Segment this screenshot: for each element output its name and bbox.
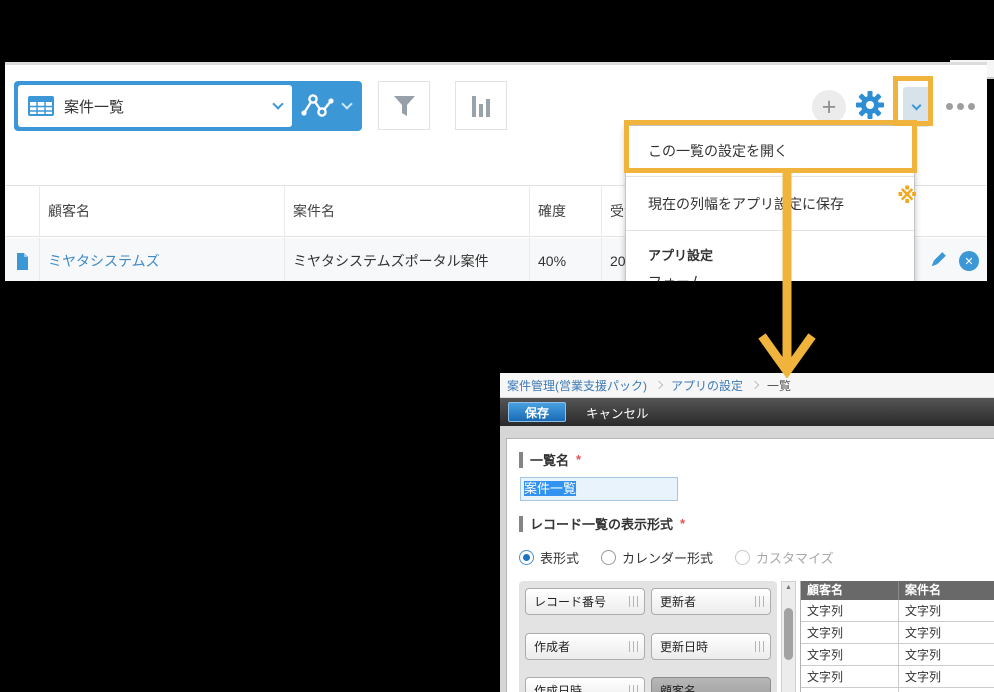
display-format-options: 表形式 カレンダー形式 カスタマイズ <box>519 548 994 567</box>
list-name-input[interactable]: 案件一覧 <box>520 477 678 501</box>
radio-selected-icon <box>519 550 534 565</box>
breadcrumb-current: 一覧 <box>767 377 791 394</box>
view-select-box[interactable]: 案件一覧 <box>18 85 292 127</box>
radio-label: カレンダー形式 <box>622 548 713 567</box>
drag-handle-icon[interactable] <box>629 641 638 652</box>
settings-action-bar: 保存 キャンセル <box>500 398 994 426</box>
scrollbar-thumb[interactable] <box>784 608 793 660</box>
drag-handle-icon[interactable] <box>629 685 638 692</box>
chevron-down-icon <box>341 98 352 109</box>
preview-row: 文字列文字列 <box>801 644 994 666</box>
view-selector-value: 案件一覧 <box>64 96 274 117</box>
filter-button[interactable] <box>378 81 430 130</box>
list-name-label: 一覧名 <box>530 450 569 469</box>
triangle-up-icon[interactable]: ▲ <box>782 584 795 591</box>
radio-customize: カスタマイズ <box>735 548 834 567</box>
column-header-case[interactable]: 案件名 <box>285 186 530 236</box>
breadcrumb-app-link[interactable]: 案件管理(営業支援パック) <box>507 377 647 394</box>
list-name-label-row: 一覧名 * <box>519 450 994 469</box>
field-chip-created-at[interactable]: 作成日時 <box>525 677 645 692</box>
preview-row: 文字列文字列 <box>801 688 994 692</box>
preview-row: 文字列文字列 <box>801 622 994 644</box>
field-chip-updated-by[interactable]: 更新者 <box>651 588 771 615</box>
list-name-value: 案件一覧 <box>524 481 576 496</box>
preview-header-row: 顧客名 案件名 <box>801 581 994 600</box>
settings-form-card: 一覧名 * 案件一覧 レコード一覧の表示形式 * 表形式 カレンダー形式 カスタ… <box>506 438 994 692</box>
add-record-button[interactable]: + <box>812 90 846 124</box>
radio-unselected-icon <box>601 550 616 565</box>
radio-calendar-format[interactable]: カレンダー形式 <box>601 548 713 567</box>
column-header-customer[interactable]: 顧客名 <box>40 186 285 236</box>
preview-header-customer: 顧客名 <box>801 581 899 600</box>
cell-case-name: ミヤタシステムズポータル案件 <box>285 238 530 281</box>
preview-row: 文字列文字列 <box>801 666 994 688</box>
settings-gear-button[interactable] <box>853 88 887 122</box>
display-format-label: レコード一覧の表示形式 <box>530 514 673 533</box>
radio-label: カスタマイズ <box>756 548 834 567</box>
available-fields-list: レコード番号 更新者 作成者 更新日時 作成日時 顧客名 部署名 担当者名 案件… <box>519 581 777 692</box>
plus-icon: + <box>822 95 837 120</box>
breadcrumb-app-settings-link[interactable]: アプリの設定 <box>671 377 743 394</box>
column-header-probability[interactable]: 確度 <box>530 186 602 236</box>
radio-disabled-icon <box>735 550 750 565</box>
field-chip-updated-at[interactable]: 更新日時 <box>651 633 771 660</box>
cancel-button[interactable]: キャンセル <box>586 403 649 422</box>
edit-pencil-icon[interactable] <box>927 251 947 271</box>
annotation-note-mark: ※ <box>897 184 917 209</box>
required-mark: * <box>576 452 581 467</box>
radio-label: 表形式 <box>540 548 579 567</box>
required-mark: * <box>680 516 685 531</box>
analytics-button[interactable] <box>292 93 358 119</box>
bar-chart-icon <box>472 95 490 117</box>
document-icon[interactable] <box>16 253 29 270</box>
preview-row: 文字列文字列 <box>801 600 994 622</box>
list-settings-panel: 案件管理(営業支援パック) アプリの設定 一覧 保存 キャンセル 一覧名 * 案… <box>500 373 994 692</box>
radio-table-format[interactable]: 表形式 <box>519 548 579 567</box>
annotation-highlight-toggle <box>893 76 933 126</box>
header-icon-column <box>5 186 40 236</box>
graph-button[interactable] <box>455 81 507 130</box>
annotation-arrow-down <box>755 172 821 378</box>
breadcrumb: 案件管理(営業支援パック) アプリの設定 一覧 <box>500 373 994 398</box>
ellipsis-icon <box>946 103 953 110</box>
line-chart-icon <box>299 93 335 119</box>
funnel-icon <box>393 95 416 117</box>
list-preview-table: 顧客名 案件名 文字列文字列 文字列文字列 文字列文字列 文字列文字列 文字列文… <box>800 581 994 692</box>
field-chip-customer-used: 顧客名 <box>651 677 771 692</box>
field-chip-created-by[interactable]: 作成者 <box>525 633 645 660</box>
display-format-label-row: レコード一覧の表示形式 * <box>519 514 994 533</box>
table-grid-icon <box>28 96 54 116</box>
drag-handle-icon[interactable] <box>755 641 764 652</box>
preview-header-case: 案件名 <box>899 581 994 600</box>
chevron-right-icon <box>655 381 663 389</box>
more-options-button[interactable] <box>946 103 975 110</box>
drag-handle-icon[interactable] <box>755 596 764 607</box>
cell-probability: 40% <box>530 238 602 281</box>
field-layout-area: レコード番号 更新者 作成者 更新日時 作成日時 顧客名 部署名 担当者名 案件… <box>519 581 994 692</box>
chevron-down-icon <box>272 98 283 109</box>
label-bar <box>519 452 523 468</box>
drag-handle-icon[interactable] <box>629 596 638 607</box>
field-list-scrollbar[interactable]: ▲ <box>781 581 796 692</box>
field-chip-record-number[interactable]: レコード番号 <box>525 588 645 615</box>
label-bar <box>519 516 523 532</box>
save-button[interactable]: 保存 <box>508 402 566 422</box>
view-selector[interactable]: 案件一覧 <box>14 81 362 131</box>
chevron-right-icon <box>751 381 759 389</box>
remove-record-icon[interactable]: ✕ <box>959 251 979 271</box>
record-link[interactable]: ミヤタシステムズ <box>48 251 160 271</box>
annotation-highlight-menu-item <box>624 120 917 173</box>
